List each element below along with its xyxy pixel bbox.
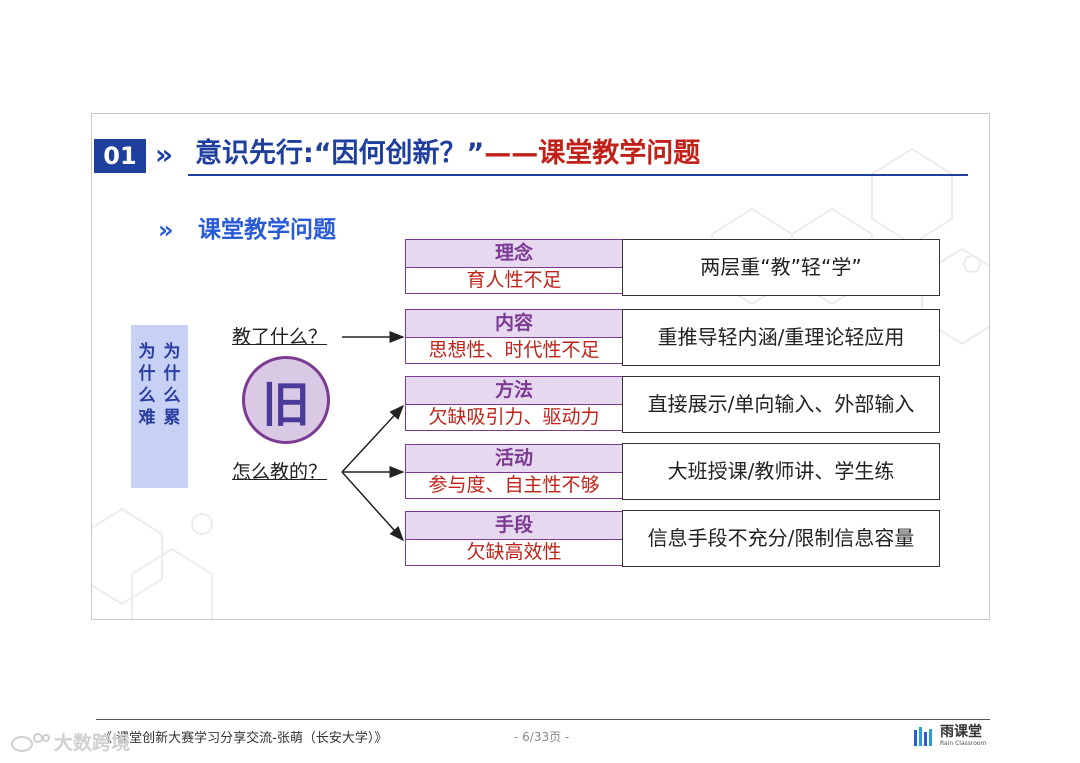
page-indicator: - 6/33页 -	[514, 730, 570, 744]
rain-classroom-logo-icon	[914, 727, 932, 746]
row-title: 活动	[406, 445, 622, 473]
slide-panel: 01 » 意识先行:“因何创新？”——课堂教学问题 » 课堂教学问题 为什么累 …	[91, 113, 990, 620]
row-description: 信息手段不充分/限制信息容量	[622, 510, 940, 567]
row-description: 直接展示/单向输入、外部输入	[622, 376, 940, 433]
row-issue: 欠缺高效性	[466, 541, 562, 563]
row-description: 大班授课/教师讲、学生练	[622, 443, 940, 500]
row-issue: 欠缺吸引力、驱动力	[428, 406, 600, 428]
rain-classroom-logo: 雨课堂 Rain Classroom	[913, 724, 993, 752]
method-box: 方法 欠缺吸引力、驱动力	[405, 376, 623, 431]
row-title: 内容	[406, 310, 622, 338]
logo-text: 雨课堂	[940, 724, 982, 740]
means-box: 手段 欠缺高效性	[405, 511, 623, 566]
concept-box: 理念 育人性不足	[405, 239, 623, 294]
row-issue: 思想性、时代性不足	[428, 339, 600, 361]
activity-box: 活动 参与度、自主性不够	[405, 444, 623, 499]
watermark: 大数跨境	[10, 728, 130, 755]
row-issue: 参与度、自主性不够	[428, 474, 600, 496]
watermark-text: 大数跨境	[54, 732, 131, 754]
footer-title: 《 课堂创新大赛学习分享交流-张萌（长安大学）》	[99, 731, 388, 746]
row-description: 重推导轻内涵/重理论轻应用	[622, 309, 940, 366]
logo-subtext: Rain Classroom	[940, 740, 987, 747]
row-title: 理念	[406, 240, 622, 268]
row-title: 手段	[406, 512, 622, 540]
content-box: 内容 思想性、时代性不足	[405, 309, 623, 364]
row-description: 两层重“教”轻“学”	[622, 239, 940, 296]
row-title: 方法	[406, 377, 622, 405]
footer-divider	[96, 719, 990, 720]
weibo-icon	[11, 732, 50, 752]
row-issue: 育人性不足	[466, 269, 562, 291]
